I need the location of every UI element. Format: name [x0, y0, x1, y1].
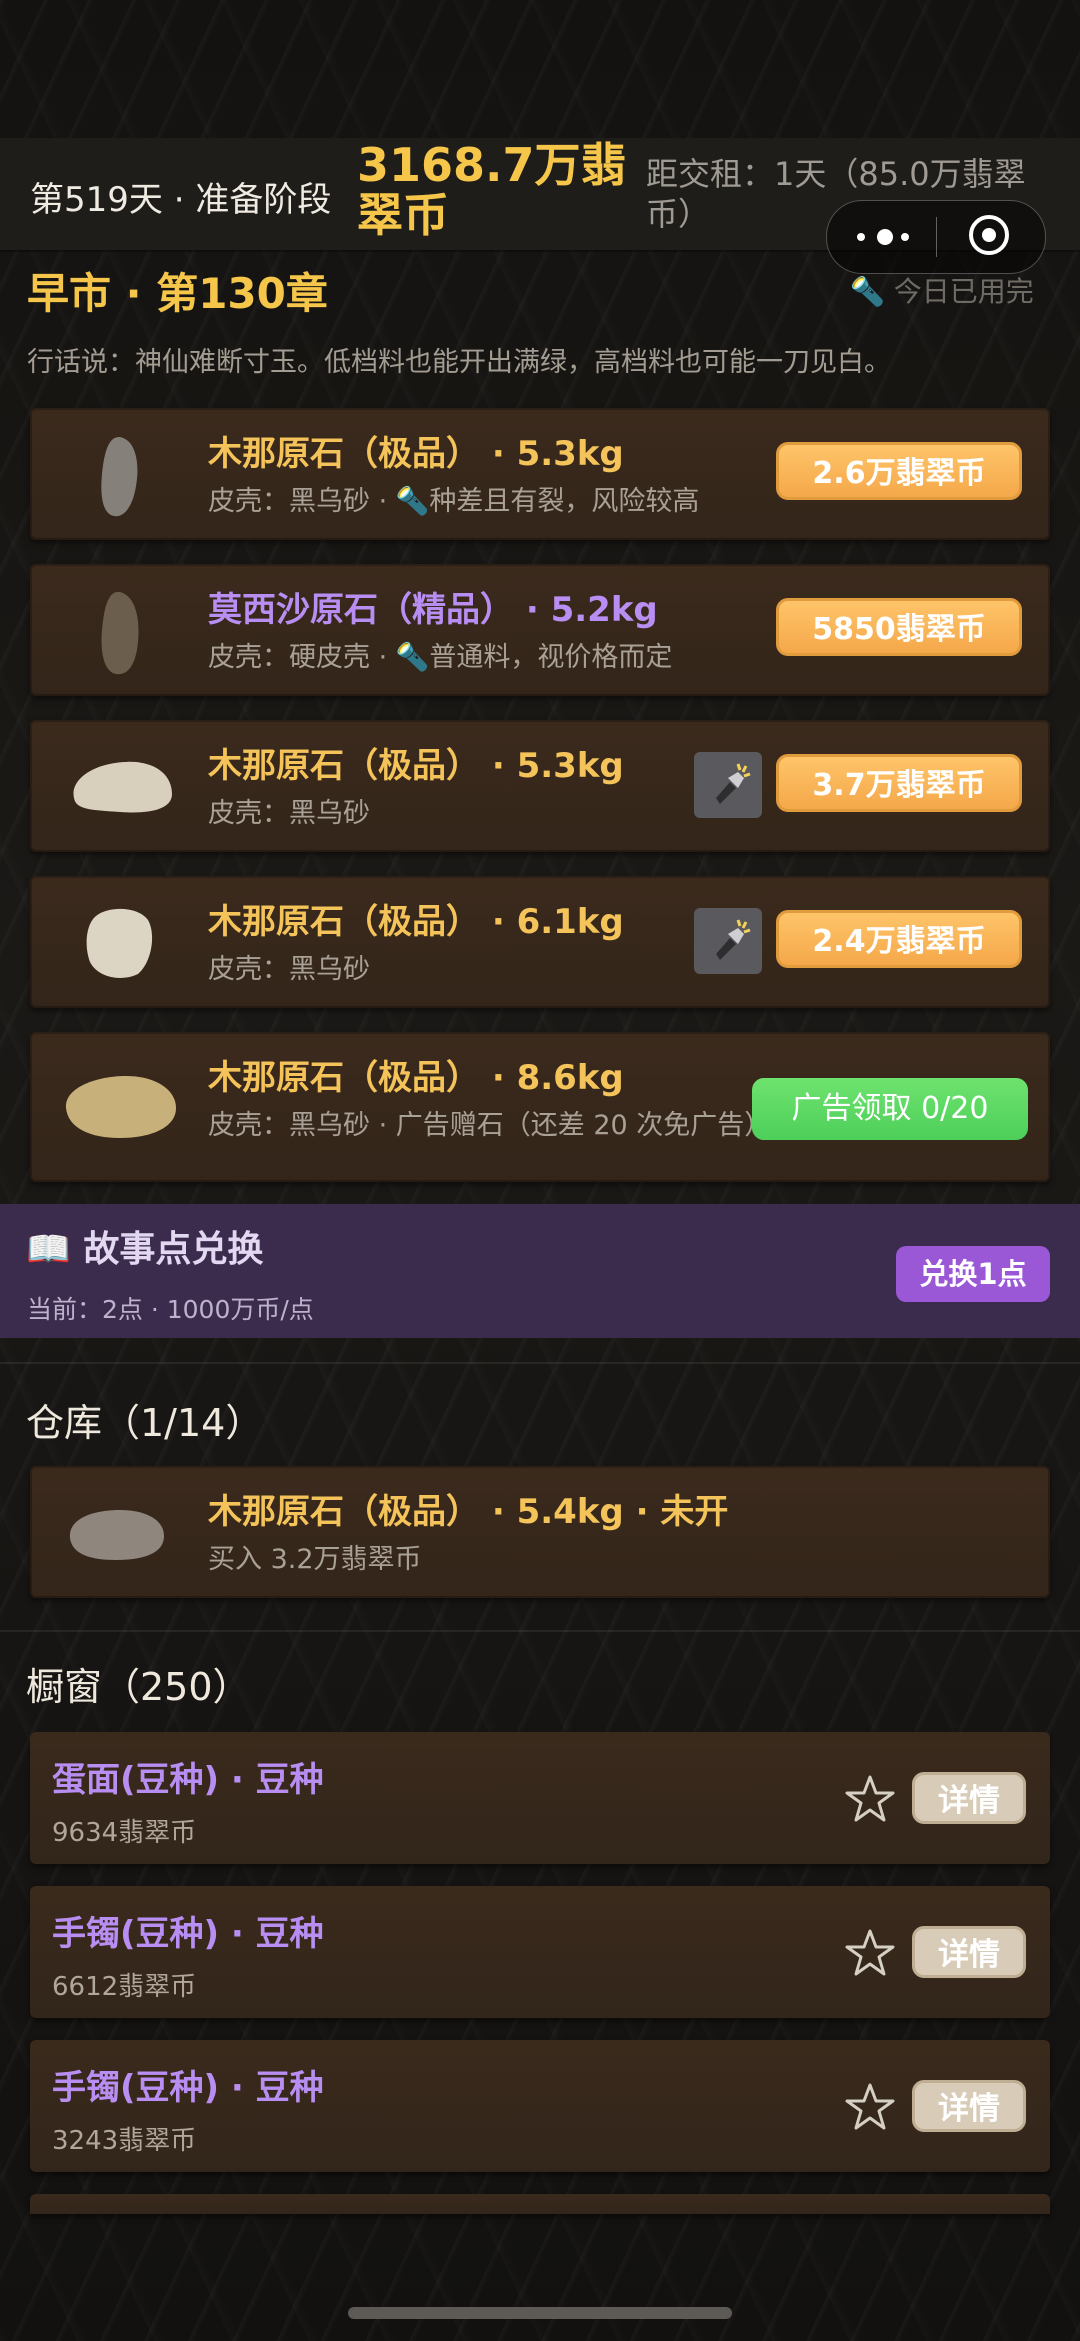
item-subtitle: 买入 3.2万翡翠币 [208, 1544, 422, 1575]
stone-icon [86, 908, 153, 978]
stone-icon [73, 761, 172, 813]
target-icon[interactable] [969, 215, 1009, 255]
stone-icon [69, 1510, 164, 1560]
item-subtitle: 皮壳：硬皮壳 · 🔦普通料，视价格而定 [208, 642, 673, 673]
item-title: 木那原石（极品） · 8.6kg [208, 1058, 624, 1098]
item-subtitle: 皮壳：黑乌砂 · 🔦种差且有裂，风险较高 [208, 486, 700, 517]
stone-icon [101, 436, 138, 517]
stone-icon [65, 1076, 176, 1138]
story-points-title: 📖 故事点兑换 [26, 1229, 264, 1270]
showcase-item-partial[interactable] [30, 2194, 1050, 2214]
section-divider [0, 1362, 1080, 1364]
item-title: 木那原石（极品） · 5.4kg · 未开 [208, 1492, 729, 1532]
market-item[interactable]: 莫西沙原石（精品） · 5.2kg 皮壳：硬皮壳 · 🔦普通料，视价格而定 58… [30, 564, 1050, 696]
section-divider [0, 1630, 1080, 1632]
detail-button[interactable]: 详情 [912, 2080, 1026, 2132]
item-subtitle: 皮壳：黑乌砂 [208, 798, 370, 829]
more-dots-icon[interactable] [857, 223, 917, 251]
detail-button[interactable]: 详情 [912, 1926, 1026, 1978]
flashlight-used-status: 🔦 今日已用完 [850, 275, 1034, 308]
story-points-panel: 📖 故事点兑换 当前：2点 · 1000万币/点 兑换1点 [0, 1204, 1080, 1338]
flashlight-button[interactable] [694, 908, 762, 974]
buy-price-button[interactable]: 3.7万翡翠币 [776, 754, 1022, 812]
showcase-item[interactable]: 手镯(豆种) · 豆种 3243翡翠币 详情 [30, 2040, 1050, 2172]
showcase-item-title: 手镯(豆种) · 豆种 [52, 1914, 324, 1954]
showcase-item-title: 手镯(豆种) · 豆种 [52, 2068, 324, 2108]
item-title: 莫西沙原石（精品） · 5.2kg [208, 590, 658, 630]
flashlight-button[interactable] [694, 752, 762, 818]
stone-icon [101, 591, 139, 675]
showcase-item-price: 6612翡翠币 [52, 1972, 197, 2002]
warehouse-title: 仓库（1/14） [26, 1401, 264, 1445]
item-subtitle: 皮壳：黑乌砂 [208, 954, 370, 985]
ad-claim-button[interactable]: 广告领取 0/20 [752, 1078, 1028, 1140]
capsule-divider [936, 217, 937, 257]
showcase-item-price: 9634翡翠币 [52, 1818, 197, 1848]
warehouse-item[interactable]: 木那原石（极品） · 5.4kg · 未开 买入 3.2万翡翠币 [30, 1466, 1050, 1598]
showcase-item-price: 3243翡翠币 [52, 2126, 197, 2156]
detail-button[interactable]: 详情 [912, 1772, 1026, 1824]
story-points-info: 当前：2点 · 1000万币/点 [27, 1295, 314, 1324]
star-icon[interactable] [844, 2082, 896, 2132]
flashlight-icon [716, 919, 751, 960]
item-subtitle: 皮壳：黑乌砂 · 广告赠石（还差 20 次免广告） [208, 1110, 772, 1141]
item-title: 木那原石（极品） · 5.3kg [208, 746, 624, 786]
buy-price-button[interactable]: 2.6万翡翠币 [776, 442, 1022, 500]
proverb-text: 行话说：神仙难断寸玉。低档料也能开出满绿，高档料也可能一刀见白。 [27, 347, 891, 378]
market-item[interactable]: 木那原石（极品） · 5.3kg 皮壳：黑乌砂 · 🔦种差且有裂，风险较高 2.… [30, 408, 1050, 540]
flashlight-icon [716, 763, 751, 804]
miniprogram-capsule [826, 200, 1046, 274]
market-item[interactable]: 木那原石（极品） · 8.6kg 皮壳：黑乌砂 · 广告赠石（还差 20 次免广… [30, 1032, 1050, 1182]
buy-price-button[interactable]: 2.4万翡翠币 [776, 910, 1022, 968]
showcase-item[interactable]: 蛋面(豆种) · 豆种 9634翡翠币 详情 [30, 1732, 1050, 1864]
exchange-point-button[interactable]: 兑换1点 [896, 1246, 1050, 1302]
chapter-title: 早市 · 第130章 [27, 269, 328, 318]
star-icon[interactable] [844, 1928, 896, 1978]
day-phase-label: 第519天 · 准备阶段 [30, 180, 332, 220]
star-icon[interactable] [844, 1774, 896, 1824]
home-indicator[interactable] [348, 2307, 732, 2319]
item-title: 木那原石（极品） · 6.1kg [208, 902, 624, 942]
showcase-title: 橱窗（250） [26, 1665, 251, 1709]
market-item[interactable]: 木那原石（极品） · 6.1kg 皮壳：黑乌砂 2.4万翡翠币 [30, 876, 1050, 1008]
showcase-item[interactable]: 手镯(豆种) · 豆种 6612翡翠币 详情 [30, 1886, 1050, 2018]
showcase-item-title: 蛋面(豆种) · 豆种 [52, 1760, 324, 1800]
money-balance: 3168.7万翡翠币 [357, 138, 627, 242]
market-item[interactable]: 木那原石（极品） · 5.3kg 皮壳：黑乌砂 3.7万翡翠币 [30, 720, 1050, 852]
item-title: 木那原石（极品） · 5.3kg [208, 434, 624, 474]
buy-price-button[interactable]: 5850翡翠币 [776, 598, 1022, 656]
